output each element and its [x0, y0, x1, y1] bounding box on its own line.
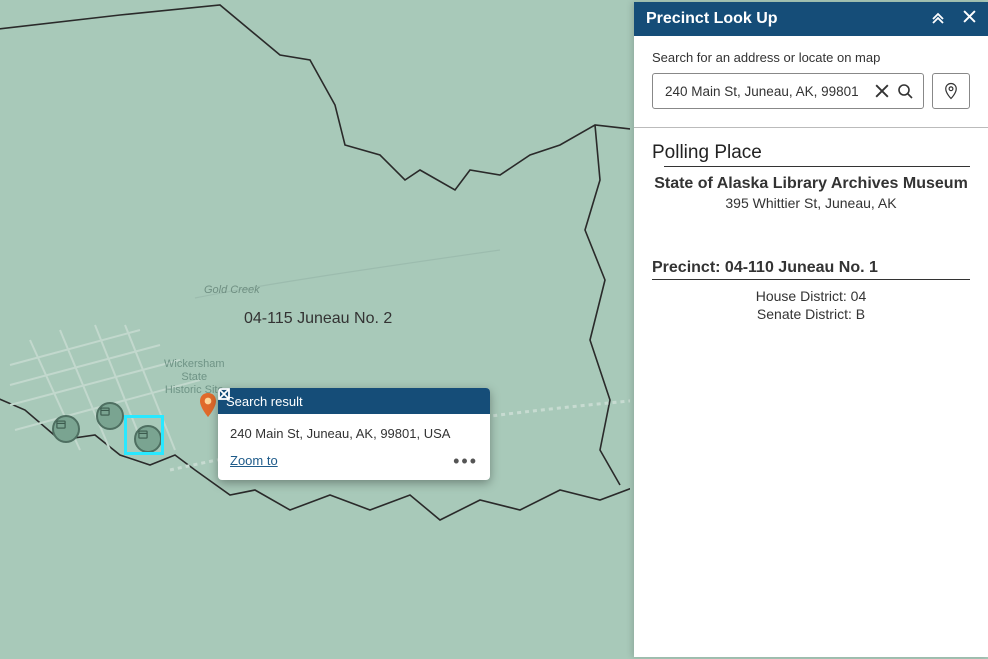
more-actions-icon[interactable]: ••• — [453, 458, 478, 464]
clear-search-button[interactable] — [871, 80, 893, 102]
popup-header[interactable]: Search result — [218, 388, 490, 414]
polling-place-name: State of Alaska Library Archives Museum — [652, 175, 970, 193]
divider — [664, 166, 970, 167]
divider — [652, 279, 970, 280]
map-poi-marker-selected[interactable] — [134, 425, 162, 453]
map-label-historic-site: Wickersham State Historic Site — [164, 358, 225, 398]
search-result-popup: Search result 240 Main St, Juneau, AK, 9… — [218, 388, 490, 480]
popup-title: Search result — [226, 394, 472, 409]
map-canvas[interactable]: Gold Creek 04-115 Juneau No. 2 Wickersha… — [0, 0, 630, 659]
divider — [634, 127, 988, 128]
senate-district: Senate District: B — [652, 306, 970, 322]
search-label: Search for an address or locate on map — [652, 50, 970, 65]
map-poi-marker[interactable] — [96, 402, 124, 430]
panel-title: Precinct Look Up — [646, 10, 778, 28]
locate-button[interactable] — [932, 73, 970, 109]
precinct-heading: Precinct: 04-110 Juneau No. 1 — [652, 259, 970, 277]
house-district: House District: 04 — [652, 288, 970, 304]
polling-place-address: 395 Whittier St, Juneau, AK — [652, 195, 970, 211]
panel-header[interactable]: Precinct Look Up — [634, 2, 988, 36]
search-box — [652, 73, 924, 109]
close-icon[interactable] — [963, 10, 976, 28]
map-label-creek: Gold Creek — [204, 284, 260, 296]
search-input[interactable] — [663, 83, 871, 100]
map-label-district: 04-115 Juneau No. 2 — [244, 310, 392, 328]
search-button[interactable] — [893, 79, 917, 103]
precinct-lookup-panel: Precinct Look Up Search for an address o… — [634, 2, 988, 657]
zoom-to-link[interactable]: Zoom to — [230, 453, 278, 468]
popup-address: 240 Main St, Juneau, AK, 99801, USA — [218, 414, 490, 445]
map-poi-marker[interactable] — [52, 415, 80, 443]
map-vector-overlay — [0, 0, 630, 659]
polling-place-heading: Polling Place — [652, 142, 970, 164]
collapse-icon[interactable] — [931, 10, 945, 29]
